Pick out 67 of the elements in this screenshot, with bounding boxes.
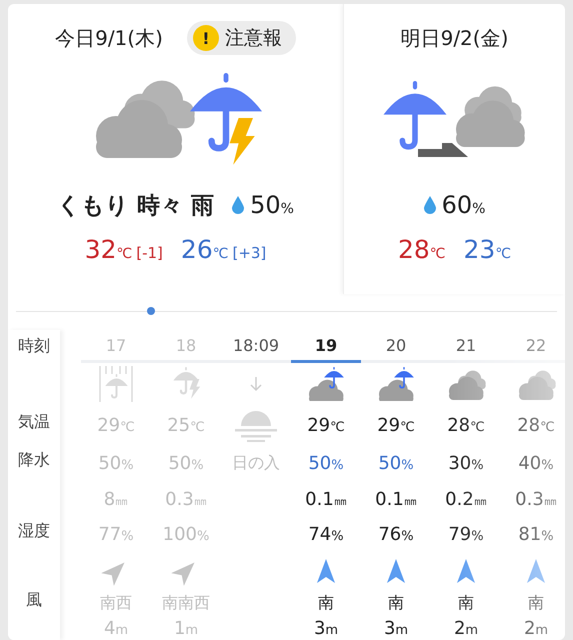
humidity: 79% — [448, 524, 484, 545]
wind-direction: 南 — [458, 592, 474, 614]
high-temp: 32℃ [-1] — [84, 235, 163, 264]
precip-chance: 50% — [378, 452, 414, 474]
wind-speed: 4m — [104, 618, 128, 638]
umbrella-rain-icon — [98, 366, 134, 402]
wind-direction: 南西 — [100, 592, 132, 614]
wind-speed: 3m — [314, 618, 338, 638]
humidity: 74% — [308, 524, 344, 545]
precip-chance: 50% — [308, 452, 344, 474]
row-label: 気温 — [18, 412, 50, 432]
wind-speed: 2m — [454, 618, 478, 638]
wind-arrow-icon — [457, 559, 475, 583]
temperature: 29℃ — [307, 414, 345, 436]
rainfall: 8㎜ — [104, 488, 128, 510]
row-label: 降水 — [18, 450, 50, 470]
temperature: 28℃ — [447, 414, 485, 436]
low-temp: 26℃ [+3] — [180, 235, 266, 264]
high-temp: 28℃ — [398, 235, 446, 264]
alert-label: 注意報 — [224, 26, 282, 51]
precip-chance: 30% — [448, 452, 484, 474]
wind-direction: 南南西 — [162, 592, 210, 614]
drop-icon — [232, 196, 244, 214]
wind-speed: 2m — [524, 618, 548, 638]
day-title: 今日9/1(木) — [55, 24, 163, 52]
humidity: 77% — [98, 524, 134, 545]
temperature: 25℃ — [167, 414, 205, 436]
day-title: 明日9/2(金) — [400, 24, 508, 52]
temperature: 28℃ — [517, 414, 555, 436]
precip-chance: 50% — [168, 452, 204, 474]
temperature: 29℃ — [377, 414, 415, 436]
wind-direction: 南 — [528, 592, 544, 614]
down-arrow-icon — [250, 376, 262, 392]
precip-chance: 50% — [250, 191, 294, 219]
temperature: 29℃ — [97, 414, 135, 436]
wind-direction: 南 — [388, 592, 404, 614]
hour-tab[interactable]: 19 — [291, 330, 361, 363]
row-label: 時刻 — [18, 336, 50, 357]
humidity: 76% — [378, 524, 414, 545]
rainfall: 0.2㎜ — [445, 488, 487, 510]
precip-chance: 50% — [98, 452, 134, 474]
rainfall: 0.3㎜ — [165, 488, 207, 510]
row-label: 湿度 — [18, 521, 50, 542]
sunset-label: 日の入 — [232, 452, 280, 474]
alert-icon: ! — [192, 25, 219, 51]
weather-text: くもり 時々 雨 — [57, 192, 214, 220]
wind-arrow-icon — [527, 559, 545, 583]
rainfall: 0.1㎜ — [305, 488, 347, 510]
wind-speed: 1m — [174, 618, 198, 638]
humidity: 100% — [162, 524, 210, 545]
hour-tab[interactable]: 21 — [431, 330, 501, 363]
wind-speed: 3m — [384, 618, 408, 638]
alert-badge[interactable]: ! 注意報 — [186, 21, 296, 55]
wind-arrow-icon — [387, 559, 405, 583]
precip-chance: 40% — [518, 452, 554, 474]
wind-arrow-icon — [317, 559, 335, 583]
humidity: 81% — [518, 524, 554, 545]
wind-direction: 南 — [318, 592, 334, 614]
low-temp: 23℃ — [464, 235, 512, 264]
hour-tab[interactable]: 20 — [361, 330, 431, 363]
row-label: 風 — [26, 590, 42, 610]
hour-tab[interactable]: 18:09 — [221, 330, 291, 363]
rainfall: 0.1㎜ — [375, 488, 417, 510]
drop-icon — [424, 196, 436, 214]
rainfall: 0.3㎜ — [515, 488, 557, 510]
precip-chance: 60% — [442, 191, 486, 219]
sunset-icon — [233, 408, 279, 442]
